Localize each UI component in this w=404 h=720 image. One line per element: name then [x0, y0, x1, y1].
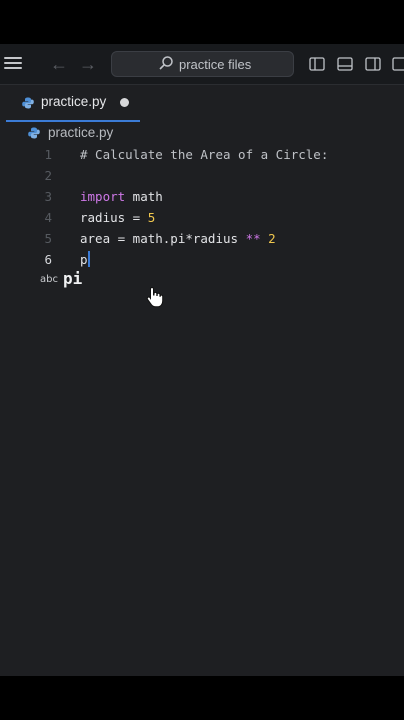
line-number: 6	[44, 252, 52, 267]
line-number: 2	[44, 168, 52, 183]
autocomplete-suggestion[interactable]: abc pi	[38, 268, 238, 290]
search-icon	[159, 56, 173, 70]
code-line[interactable]: 4 radius = 5	[0, 207, 404, 228]
tab-label: practice.py	[41, 94, 107, 109]
code-text: area = math.pi*radius ** 2	[80, 228, 276, 249]
code-text: import math	[80, 186, 163, 207]
tab-bar: practice.py	[0, 85, 404, 122]
code-token: radius =	[80, 210, 148, 225]
line-number: 1	[44, 147, 52, 162]
line-number: 3	[44, 189, 52, 204]
python-file-icon	[28, 127, 40, 139]
code-token: p	[80, 252, 88, 267]
text-cursor	[87, 251, 90, 267]
search-label: practice files	[179, 57, 252, 72]
hand-pointer-icon	[146, 286, 164, 308]
code-token: area = math.pi*radius	[80, 231, 246, 246]
line-number: 5	[44, 231, 52, 246]
code-line[interactable]: 2	[0, 165, 404, 186]
toggle-primary-sidebar-icon[interactable]	[309, 56, 325, 72]
toggle-panel-icon[interactable]	[337, 56, 353, 72]
suggestion-kind-label: abc	[40, 274, 58, 285]
code-text: p	[80, 249, 90, 270]
code-line[interactable]: 1 # Calculate the Area of a Circle:	[0, 144, 404, 165]
breadcrumb-file: practice.py	[48, 125, 114, 140]
title-bar: ← → practice files	[0, 44, 404, 85]
customize-layout-icon[interactable]	[392, 56, 404, 72]
menu-icon[interactable]	[4, 57, 22, 71]
operator-token: **	[245, 231, 261, 246]
unsaved-dot-icon[interactable]	[120, 98, 129, 107]
editor-window: ← → practice files practice.py practice.…	[0, 44, 404, 676]
tab-practice-py[interactable]: practice.py	[6, 85, 140, 122]
code-token: math	[125, 189, 163, 204]
code-text: # Calculate the Area of a Circle:	[80, 147, 329, 162]
suggestion-text: pi	[63, 269, 83, 288]
number-token: 5	[147, 210, 156, 225]
number-token: 2	[268, 231, 276, 246]
forward-arrow-icon[interactable]: →	[79, 54, 97, 74]
command-center-search[interactable]: practice files	[111, 51, 294, 77]
code-line[interactable]: 5 area = math.pi*radius ** 2	[0, 228, 404, 249]
code-text: radius = 5	[80, 207, 155, 228]
keyword-token: import	[80, 189, 126, 204]
code-line-active[interactable]: 6 p	[0, 249, 404, 270]
back-arrow-icon[interactable]: ←	[50, 54, 68, 74]
python-file-icon	[22, 97, 34, 109]
code-line[interactable]: 3 import math	[0, 186, 404, 207]
line-number: 4	[44, 210, 52, 225]
toggle-secondary-sidebar-icon[interactable]	[365, 56, 381, 72]
